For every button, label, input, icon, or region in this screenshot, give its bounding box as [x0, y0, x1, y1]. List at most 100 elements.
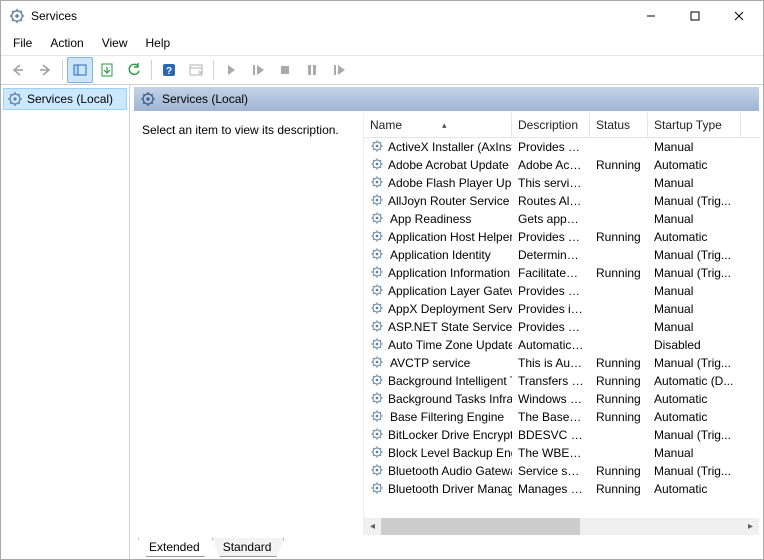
scroll-right-button[interactable]: ▸ — [742, 518, 759, 535]
properties-button[interactable] — [183, 57, 209, 83]
table-row[interactable]: Bluetooth Audio Gateway S...Service sup.… — [364, 462, 759, 480]
menu-action[interactable]: Action — [42, 33, 91, 53]
tree-node-services-local[interactable]: Services (Local) — [3, 88, 127, 110]
service-description-cell: Windows in... — [512, 392, 590, 406]
service-description-cell: Provides Us... — [512, 140, 590, 154]
service-name: Background Intelligent Tran... — [388, 374, 512, 388]
service-startup-cell: Automatic — [648, 158, 741, 172]
scroll-track[interactable] — [381, 518, 742, 535]
restart-service-button[interactable] — [326, 57, 352, 83]
service-name: App Readiness — [390, 212, 471, 226]
service-description-cell: Facilitates t... — [512, 266, 590, 280]
maximize-button[interactable] — [673, 2, 717, 30]
table-row[interactable]: Adobe Acrobat Update Serv...Adobe Acro..… — [364, 156, 759, 174]
table-row[interactable]: Application Layer Gateway ...Provides su… — [364, 282, 759, 300]
service-name: AVCTP service — [390, 356, 470, 370]
service-startup-cell: Disabled — [648, 338, 741, 352]
minimize-button[interactable] — [629, 2, 673, 30]
table-row[interactable]: Adobe Flash Player Update ...This servic… — [364, 174, 759, 192]
horizontal-scrollbar[interactable]: ◂ ▸ — [364, 518, 759, 535]
table-row[interactable]: Application IdentityDetermines ...Manual… — [364, 246, 759, 264]
table-row[interactable]: Bluetooth Driver Managem...Manages BT...… — [364, 480, 759, 498]
export-list-button[interactable] — [94, 57, 120, 83]
service-status-cell: Running — [590, 482, 648, 496]
column-header-status[interactable]: Status — [590, 113, 648, 137]
table-row[interactable]: App ReadinessGets apps re...Manual — [364, 210, 759, 228]
service-startup-cell: Manual (Trig... — [648, 248, 741, 262]
service-name-cell: AVCTP service — [364, 355, 512, 371]
refresh-button[interactable] — [121, 57, 147, 83]
service-name-cell: Application Identity — [364, 247, 512, 263]
service-gear-icon — [370, 445, 384, 461]
show-hide-console-tree-button[interactable] — [67, 57, 93, 83]
menu-view[interactable]: View — [94, 33, 136, 53]
window-title: Services — [31, 9, 77, 23]
tab-standard[interactable]: Standard — [212, 538, 285, 557]
table-row[interactable]: Base Filtering EngineThe Base Fil...Runn… — [364, 408, 759, 426]
service-description-cell: Adobe Acro... — [512, 158, 590, 172]
service-gear-icon — [370, 481, 384, 497]
forward-button[interactable] — [32, 57, 58, 83]
service-name: Application Layer Gateway ... — [388, 284, 512, 298]
start-service-button[interactable] — [218, 57, 244, 83]
back-button[interactable] — [5, 57, 31, 83]
service-startup-cell: Automatic — [648, 230, 741, 244]
service-gear-icon — [370, 409, 386, 425]
service-name-cell: Auto Time Zone Updater — [364, 337, 512, 353]
service-status-cell: Running — [590, 374, 648, 388]
table-row[interactable]: AVCTP serviceThis is Audi...RunningManua… — [364, 354, 759, 372]
menu-help[interactable]: Help — [138, 33, 179, 53]
scroll-left-button[interactable]: ◂ — [364, 518, 381, 535]
service-startup-cell: Manual (Trig... — [648, 266, 741, 280]
console-tree[interactable]: Services (Local) — [1, 85, 130, 559]
table-row[interactable]: ASP.NET State ServiceProvides su...Manua… — [364, 318, 759, 336]
menu-file[interactable]: File — [5, 33, 40, 53]
table-row[interactable]: Application InformationFacilitates t...R… — [364, 264, 759, 282]
service-status-cell: Running — [590, 464, 648, 478]
service-startup-cell: Manual (Trig... — [648, 464, 741, 478]
column-header-name[interactable]: Name▴ — [364, 113, 512, 137]
toolbar: ? — [1, 55, 763, 85]
service-description-cell: Transfers fil... — [512, 374, 590, 388]
service-name-cell: Bluetooth Audio Gateway S... — [364, 463, 512, 479]
service-description-cell: The Base Fil... — [512, 410, 590, 424]
table-row[interactable]: Auto Time Zone UpdaterAutomatica... Disab… — [364, 336, 759, 354]
table-row[interactable]: ActiveX Installer (AxInstSV)Provides Us.… — [364, 138, 759, 156]
table-row[interactable]: Background Tasks Infrastru...Windows in.… — [364, 390, 759, 408]
services-window: Services File Action View Help ? — [0, 0, 764, 560]
service-gear-icon — [370, 229, 384, 245]
table-row[interactable]: AllJoyn Router ServiceRoutes AllJo...Man… — [364, 192, 759, 210]
help-button[interactable]: ? — [156, 57, 182, 83]
service-name: Adobe Flash Player Update ... — [388, 176, 512, 190]
services-rows[interactable]: ActiveX Installer (AxInstSV)Provides Us.… — [364, 138, 759, 518]
stop-service-button[interactable] — [272, 57, 298, 83]
column-header-startup-type[interactable]: Startup Type — [648, 113, 741, 137]
service-description-cell: Automatica... — [512, 338, 590, 352]
tab-extended[interactable]: Extended — [138, 538, 213, 557]
service-name: Application Information — [388, 266, 510, 280]
title-bar[interactable]: Services — [1, 1, 763, 31]
close-button[interactable] — [717, 2, 761, 30]
table-row[interactable]: Application Host Helper Ser...Provides a… — [364, 228, 759, 246]
service-name-cell: AppX Deployment Service (... — [364, 301, 512, 317]
table-row[interactable]: AppX Deployment Service (...Provides inf… — [364, 300, 759, 318]
service-name: Base Filtering Engine — [390, 410, 504, 424]
service-gear-icon — [370, 283, 384, 299]
detail-pane: Services (Local) Select an item to view … — [130, 85, 763, 559]
scroll-thumb[interactable] — [381, 518, 580, 535]
service-name: Bluetooth Audio Gateway S... — [388, 464, 512, 478]
service-description-cell: Provides inf... — [512, 302, 590, 316]
service-status-cell: Running — [590, 392, 648, 406]
service-gear-icon — [370, 157, 384, 173]
service-gear-icon — [370, 139, 384, 155]
table-row[interactable]: BitLocker Drive Encryption ...BDESVC hos… — [364, 426, 759, 444]
table-row[interactable]: Block Level Backup Engine ...The WBENG..… — [364, 444, 759, 462]
service-gear-icon — [370, 373, 384, 389]
service-gear-icon — [370, 337, 384, 353]
pause-service-button[interactable] — [299, 57, 325, 83]
description-hint: Select an item to view its description. — [142, 123, 339, 137]
table-row[interactable]: Background Intelligent Tran...Transfers … — [364, 372, 759, 390]
play-from-start-button[interactable] — [245, 57, 271, 83]
service-startup-cell: Manual — [648, 212, 741, 226]
column-header-description[interactable]: Description — [512, 113, 590, 137]
